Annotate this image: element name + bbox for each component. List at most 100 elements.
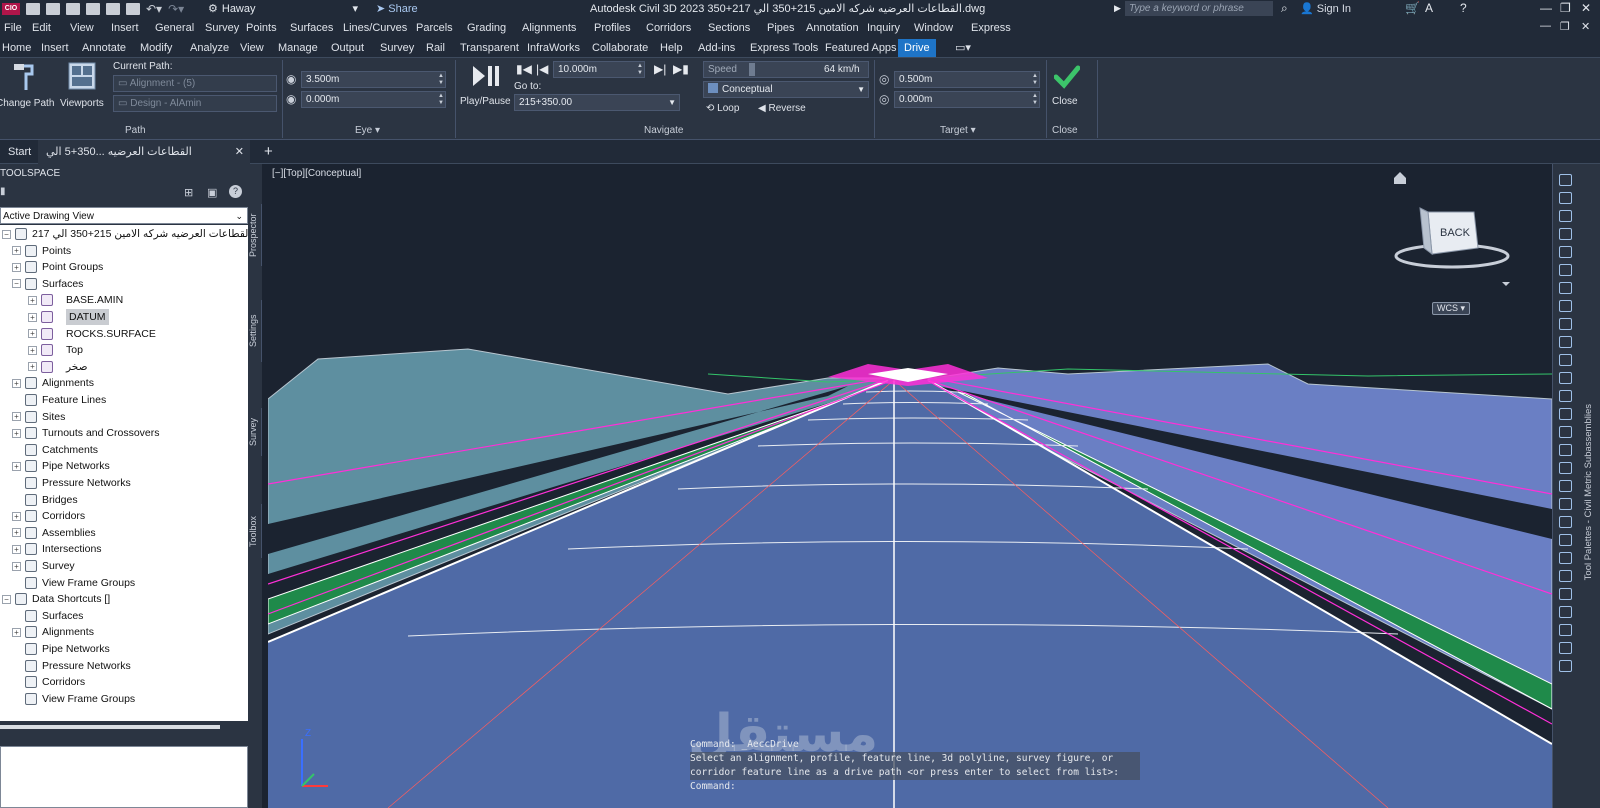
- redo-icon[interactable]: ↷▾: [168, 2, 184, 16]
- tab-featured-apps[interactable]: Featured Apps: [825, 42, 897, 54]
- expand-icon[interactable]: +: [12, 528, 21, 538]
- cart-icon[interactable]: 🛒: [1405, 1, 1420, 15]
- palette-tool-icon[interactable]: [1559, 480, 1572, 492]
- slider-handle[interactable]: [749, 63, 755, 76]
- palette-tool-icon[interactable]: [1559, 408, 1572, 420]
- new-file-icon[interactable]: [26, 3, 40, 15]
- palette-tool-icon[interactable]: [1559, 462, 1572, 474]
- menu-file[interactable]: File: [4, 22, 22, 34]
- tree-item[interactable]: + Intersections: [12, 541, 102, 557]
- loop-button[interactable]: ⟲ Loop: [706, 103, 739, 114]
- menu-alignments[interactable]: Alignments: [522, 22, 576, 34]
- tab-annotate[interactable]: Annotate: [82, 42, 126, 54]
- menu-grading[interactable]: Grading: [467, 22, 506, 34]
- palette-tool-icon[interactable]: [1559, 426, 1572, 438]
- palette-tool-icon[interactable]: [1559, 354, 1572, 366]
- expand-icon[interactable]: +: [28, 362, 37, 372]
- command-line[interactable]: Command: _AeccDrive Select an alignment,…: [690, 738, 1140, 794]
- step-distance-input[interactable]: 10.000m ▲ ▼: [553, 61, 645, 78]
- change-path-button[interactable]: Change Path: [0, 62, 54, 110]
- menu-profiles[interactable]: Profiles: [594, 22, 631, 34]
- tree-item[interactable]: + Points: [12, 243, 71, 259]
- viewcube-menu-icon[interactable]: [1502, 282, 1510, 286]
- design-field[interactable]: ▭ Design - AlAmin: [113, 95, 277, 112]
- drawing-view-select[interactable]: Active Drawing View ⌄: [0, 207, 248, 224]
- viewport-controls-label[interactable]: [−][Top][Conceptual]: [272, 168, 361, 179]
- eye-height-input[interactable]: 3.500m ▲ ▼: [301, 71, 446, 88]
- share-button[interactable]: ➤ Share: [376, 2, 418, 15]
- expand-icon[interactable]: +: [12, 511, 21, 521]
- expand-icon[interactable]: +: [12, 544, 21, 554]
- menu-window[interactable]: Window: [914, 22, 953, 34]
- reverse-button[interactable]: ◀ Reverse: [758, 103, 806, 114]
- menu-annotation[interactable]: Annotation: [806, 22, 859, 34]
- palette-tool-icon[interactable]: [1559, 552, 1572, 564]
- help-icon[interactable]: ?: [1460, 1, 1467, 15]
- tab-infraworks[interactable]: InfraWorks: [527, 42, 580, 54]
- tab-add-ins[interactable]: Add-ins: [698, 42, 735, 54]
- menu-pipes[interactable]: Pipes: [767, 22, 795, 34]
- tab-survey[interactable]: Survey: [380, 42, 414, 54]
- close-tab-icon[interactable]: ✕: [235, 140, 244, 164]
- target-distance-input[interactable]: 0.500m ▲ ▼: [894, 71, 1040, 88]
- expand-icon[interactable]: +: [28, 345, 37, 355]
- menu-inquiry[interactable]: Inquiry: [867, 22, 900, 34]
- tree-item[interactable]: + Sites: [12, 409, 65, 425]
- spinner-icon[interactable]: ▲ ▼: [438, 73, 444, 87]
- palette-tool-icon[interactable]: [1559, 192, 1572, 204]
- tree-item[interactable]: Pipe Networks: [12, 641, 110, 657]
- expand-icon[interactable]: +: [12, 428, 21, 438]
- tree-item[interactable]: + ROCKS.SURFACE: [28, 326, 156, 342]
- palette-tool-icon[interactable]: [1559, 624, 1572, 636]
- menu-express[interactable]: Express: [971, 22, 1011, 34]
- doc-restore-icon[interactable]: ❐: [1560, 20, 1570, 33]
- palette-tool-icon[interactable]: [1559, 228, 1572, 240]
- palette-tool-icon[interactable]: [1559, 336, 1572, 348]
- drive-3d-scene[interactable]: Z BACK: [268, 164, 1552, 808]
- save-as-icon[interactable]: [86, 3, 100, 15]
- step-back-icon[interactable]: ▮◀: [516, 62, 532, 76]
- close-icon[interactable]: ✕: [1581, 1, 1591, 15]
- tree-item[interactable]: + Corridors: [12, 508, 85, 524]
- menu-lines-curves[interactable]: Lines/Curves: [343, 22, 407, 34]
- palette-tool-icon[interactable]: [1559, 282, 1572, 294]
- panel-toggle-icon[interactable]: ▭▾: [955, 41, 971, 54]
- menu-parcels[interactable]: Parcels: [416, 22, 453, 34]
- palette-tool-icon[interactable]: [1559, 372, 1572, 384]
- tree-item[interactable]: − Data Shortcuts []: [2, 591, 110, 607]
- panel-title-target[interactable]: Target ▾: [940, 125, 976, 136]
- workspace-select[interactable]: ⚙ Haway ▾: [208, 1, 358, 16]
- tab-start[interactable]: Start: [0, 140, 39, 164]
- menu-general[interactable]: General: [155, 22, 194, 34]
- viewports-button[interactable]: Viewports: [58, 62, 110, 110]
- play-pause-button[interactable]: Play/Pause: [460, 62, 511, 112]
- side-tab-toolbox[interactable]: Toolbox: [248, 504, 262, 558]
- tree-item[interactable]: Corridors: [12, 674, 85, 690]
- horizontal-scrollbar[interactable]: [0, 725, 220, 729]
- palette-tool-icon[interactable]: [1559, 444, 1572, 456]
- side-tab-prospector[interactable]: Prospector: [248, 204, 262, 266]
- menu-survey[interactable]: Survey: [205, 22, 239, 34]
- palette-tool-icon[interactable]: [1559, 300, 1572, 312]
- tree-item[interactable]: + Pipe Networks: [12, 458, 110, 474]
- restore-icon[interactable]: ❐: [1560, 1, 1571, 15]
- palette-tool-icon[interactable]: [1559, 318, 1572, 330]
- tree-item[interactable]: + Survey: [12, 558, 75, 574]
- tab-analyze[interactable]: Analyze: [190, 42, 229, 54]
- expand-icon[interactable]: +: [12, 378, 21, 388]
- expand-icon[interactable]: +: [28, 329, 37, 339]
- side-tab-survey[interactable]: Survey: [248, 408, 262, 456]
- palette-tool-icon[interactable]: [1559, 498, 1572, 510]
- tab-insert[interactable]: Insert: [41, 42, 69, 54]
- expand-icon[interactable]: +: [28, 312, 37, 322]
- tree-item[interactable]: + صخر: [28, 359, 88, 375]
- toolspace-options-icon[interactable]: ⊞: [184, 186, 193, 199]
- doc-close-icon[interactable]: ✕: [1581, 20, 1590, 33]
- collapse-icon[interactable]: −: [2, 594, 11, 604]
- toolspace-help-icon[interactable]: ?: [229, 185, 242, 198]
- tree-item[interactable]: − القطاعات العرضيه شركه الامين 215+350 ال…: [2, 226, 248, 242]
- tree-item[interactable]: − Surfaces: [12, 276, 83, 292]
- menu-view[interactable]: View: [70, 22, 94, 34]
- search-icon[interactable]: ⌕: [1281, 1, 1288, 16]
- palette-tool-icon[interactable]: [1559, 660, 1572, 672]
